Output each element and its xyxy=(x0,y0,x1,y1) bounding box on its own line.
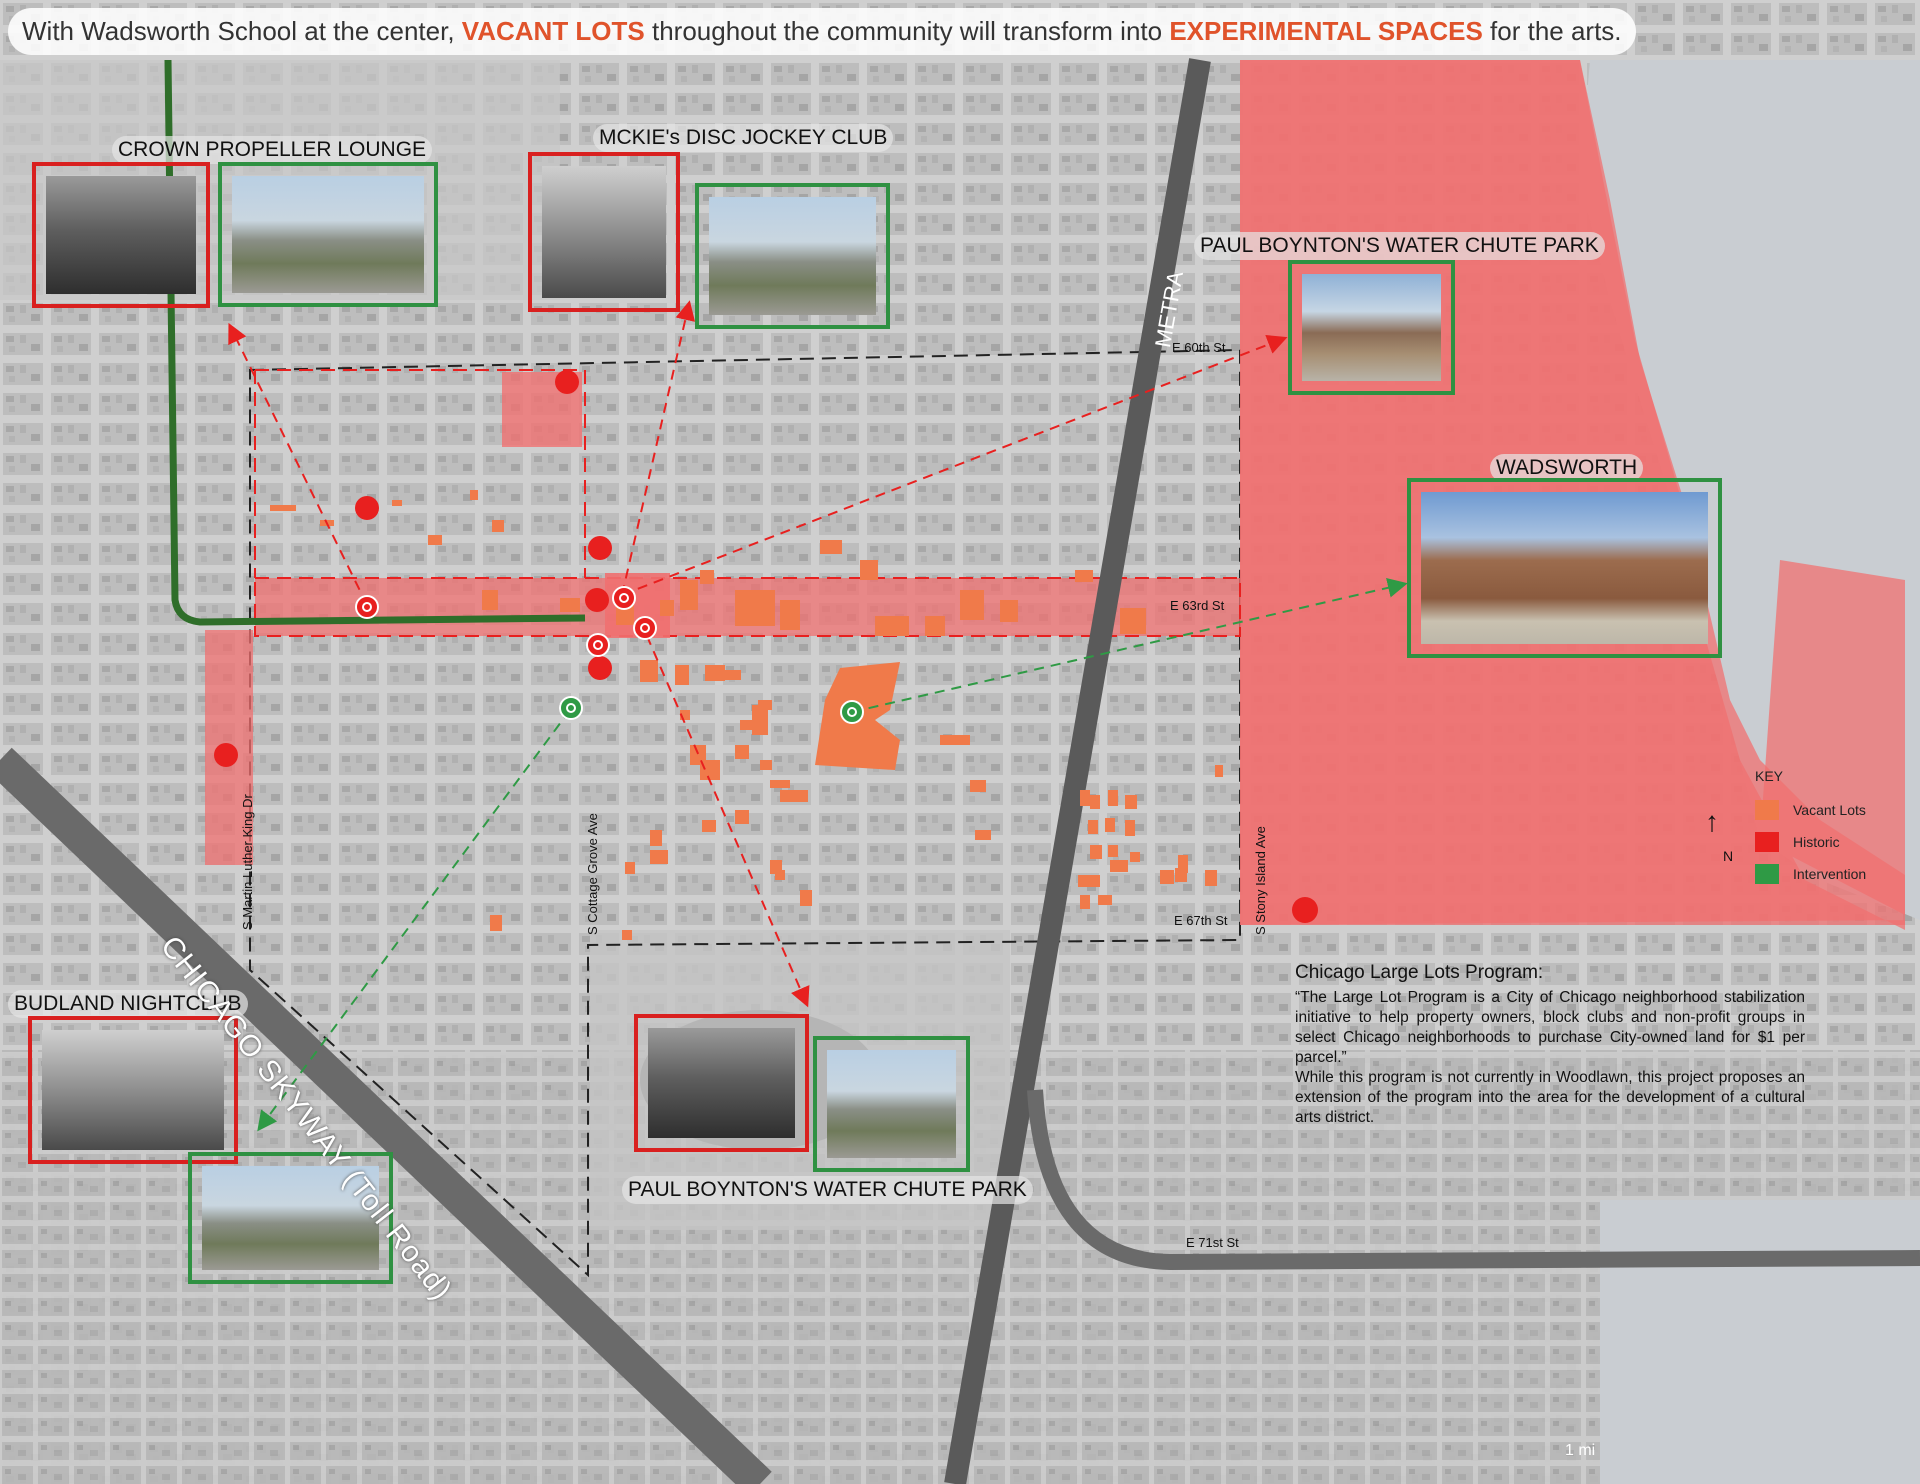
map-key: KEY Vacant Lots Historic Intervention xyxy=(1755,768,1866,890)
crown-historic-photo xyxy=(32,162,210,308)
key-label-intervention: Intervention xyxy=(1793,866,1867,882)
street-cottage: S Cottage Grove Ave xyxy=(585,813,600,935)
key-row-vacant: Vacant Lots xyxy=(1755,794,1866,826)
headline-experimental-spaces: EXPERIMENTAL SPACES xyxy=(1169,16,1483,46)
boynton-bottom-historic-photo xyxy=(634,1014,809,1152)
headline: With Wadsworth School at the center, VAC… xyxy=(8,8,1636,55)
boynton-bottom-intervention-photo xyxy=(813,1036,970,1172)
street-e67: E 67th St xyxy=(1174,913,1228,928)
headline-vacant-lots: VACANT LOTS xyxy=(461,16,645,46)
key-title: KEY xyxy=(1755,768,1784,784)
wadsworth-photo xyxy=(1407,478,1722,658)
large-lots-program: Chicago Large Lots Program: “The Large L… xyxy=(1295,962,1805,1128)
program-title: Chicago Large Lots Program: xyxy=(1295,962,1544,983)
north-arrow: ↑ N xyxy=(1705,806,1733,865)
street-e63: E 63rd St xyxy=(1170,598,1225,613)
historic-swatch xyxy=(1755,832,1779,852)
street-mlk: S Martin Luther King Dr xyxy=(240,794,255,930)
crown-intervention-photo xyxy=(218,162,438,307)
mckie-intervention-photo xyxy=(695,183,890,329)
key-row-historic: Historic xyxy=(1755,826,1866,858)
north-label: N xyxy=(1723,848,1734,864)
mckie-historic-photo xyxy=(528,152,680,312)
headline-suffix: for the arts. xyxy=(1482,16,1622,46)
boynton-top-title: PAUL BOYNTON'S WATER CHUTE PARK xyxy=(1194,232,1605,260)
key-label-historic: Historic xyxy=(1793,834,1840,850)
program-quote: “The Large Lot Program is a City of Chic… xyxy=(1295,989,1805,1066)
program-body: While this program is not currently in W… xyxy=(1295,1069,1805,1126)
street-stony: S Stony Island Ave xyxy=(1253,826,1268,935)
mckie-title: MCKIE's DISC JOCKEY CLUB xyxy=(593,124,894,152)
street-e71: E 71st St xyxy=(1186,1235,1239,1250)
key-row-intervention: Intervention xyxy=(1755,858,1866,890)
boynton-bottom-title: PAUL BOYNTON'S WATER CHUTE PARK xyxy=(622,1176,1033,1204)
crown-title: CROWN PROPELLER LOUNGE xyxy=(112,136,433,164)
headline-prefix: With Wadsworth School at the center, xyxy=(22,16,462,46)
scale-label: 1 mi xyxy=(1565,1442,1596,1459)
headline-middle: throughout the community will transform … xyxy=(644,16,1170,46)
intervention-swatch xyxy=(1755,864,1779,884)
vacant-swatch xyxy=(1755,800,1779,820)
north-arrow-icon: ↑ xyxy=(1705,806,1719,837)
key-label-vacant: Vacant Lots xyxy=(1793,802,1866,818)
budland-historic-photo xyxy=(28,1016,238,1164)
street-e60: E 60th St xyxy=(1172,340,1226,355)
boynton-top-photo xyxy=(1288,260,1455,395)
